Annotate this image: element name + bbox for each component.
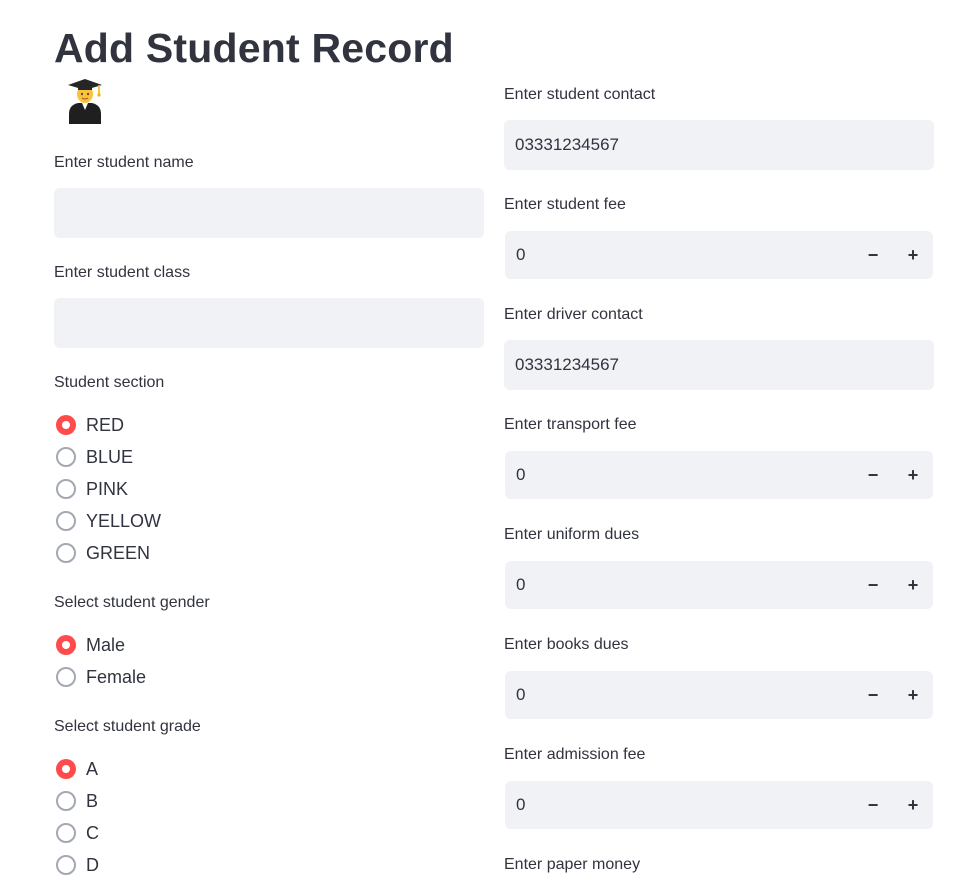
student-gender-label: Select student gender xyxy=(54,594,210,611)
increment-button[interactable]: + xyxy=(893,561,933,609)
books-dues-input[interactable]: 0 − + xyxy=(505,671,933,719)
driver-contact-label: Enter driver contact xyxy=(504,306,643,323)
admission-fee-value: 0 xyxy=(516,795,526,814)
student-contact-input[interactable]: 03331234567 xyxy=(504,120,934,170)
section-option-yellow[interactable]: YELLOW xyxy=(54,505,161,537)
grade-option-c[interactable]: C xyxy=(54,817,99,849)
transport-fee-input[interactable]: 0 − + xyxy=(505,451,933,499)
driver-contact-input[interactable]: 03331234567 xyxy=(504,340,934,390)
section-option-red[interactable]: RED xyxy=(54,409,161,441)
gender-option-male[interactable]: Male xyxy=(54,629,146,661)
radio-unchecked-icon xyxy=(56,511,76,531)
increment-button[interactable]: + xyxy=(893,451,933,499)
section-option-blue[interactable]: BLUE xyxy=(54,441,161,473)
transport-fee-label: Enter transport fee xyxy=(504,416,637,433)
graduate-emoji-icon xyxy=(68,79,102,124)
page: Add Student Record Enter student name En… xyxy=(0,0,972,890)
admission-fee-label: Enter admission fee xyxy=(504,746,646,763)
radio-checked-icon xyxy=(56,635,76,655)
radio-checked-icon xyxy=(56,759,76,779)
student-grade-label: Select student grade xyxy=(54,718,201,735)
radio-unchecked-icon xyxy=(56,667,76,687)
radio-unchecked-icon xyxy=(56,855,76,875)
student-grade-radio-group: A B C D xyxy=(54,753,99,881)
student-class-input[interactable] xyxy=(54,298,484,348)
page-title: Add Student Record xyxy=(54,25,454,71)
decrement-button[interactable]: − xyxy=(853,671,893,719)
decrement-button[interactable]: − xyxy=(853,451,893,499)
books-dues-value: 0 xyxy=(516,685,526,704)
grade-option-d[interactable]: D xyxy=(54,849,99,881)
radio-unchecked-icon xyxy=(56,447,76,467)
student-gender-radio-group: Male Female xyxy=(54,629,146,693)
uniform-dues-input[interactable]: 0 − + xyxy=(505,561,933,609)
student-fee-value: 0 xyxy=(516,245,526,264)
student-class-label: Enter student class xyxy=(54,264,191,281)
increment-button[interactable]: + xyxy=(893,671,933,719)
admission-fee-input[interactable]: 0 − + xyxy=(505,781,933,829)
increment-button[interactable]: + xyxy=(893,231,933,279)
student-fee-label: Enter student fee xyxy=(504,196,626,213)
student-contact-label: Enter student contact xyxy=(504,86,656,103)
section-option-pink[interactable]: PINK xyxy=(54,473,161,505)
section-option-green[interactable]: GREEN xyxy=(54,537,161,569)
transport-fee-value: 0 xyxy=(516,465,526,484)
grade-option-a[interactable]: A xyxy=(54,753,99,785)
grade-option-b[interactable]: B xyxy=(54,785,99,817)
decrement-button[interactable]: − xyxy=(853,781,893,829)
student-name-label: Enter student name xyxy=(54,154,194,171)
paper-money-label: Enter paper money xyxy=(504,856,641,873)
increment-button[interactable]: + xyxy=(893,781,933,829)
student-name-input[interactable] xyxy=(54,188,484,238)
radio-unchecked-icon xyxy=(56,479,76,499)
student-section-radio-group: RED BLUE PINK YELLOW GREEN xyxy=(54,409,161,569)
decrement-button[interactable]: − xyxy=(853,561,893,609)
radio-unchecked-icon xyxy=(56,823,76,843)
uniform-dues-label: Enter uniform dues xyxy=(504,526,640,543)
radio-checked-icon xyxy=(56,415,76,435)
student-section-label: Student section xyxy=(54,374,165,391)
gender-option-female[interactable]: Female xyxy=(54,661,146,693)
decrement-button[interactable]: − xyxy=(853,231,893,279)
radio-unchecked-icon xyxy=(56,791,76,811)
radio-unchecked-icon xyxy=(56,543,76,563)
books-dues-label: Enter books dues xyxy=(504,636,629,653)
uniform-dues-value: 0 xyxy=(516,575,526,594)
student-fee-input[interactable]: 0 − + xyxy=(505,231,933,279)
